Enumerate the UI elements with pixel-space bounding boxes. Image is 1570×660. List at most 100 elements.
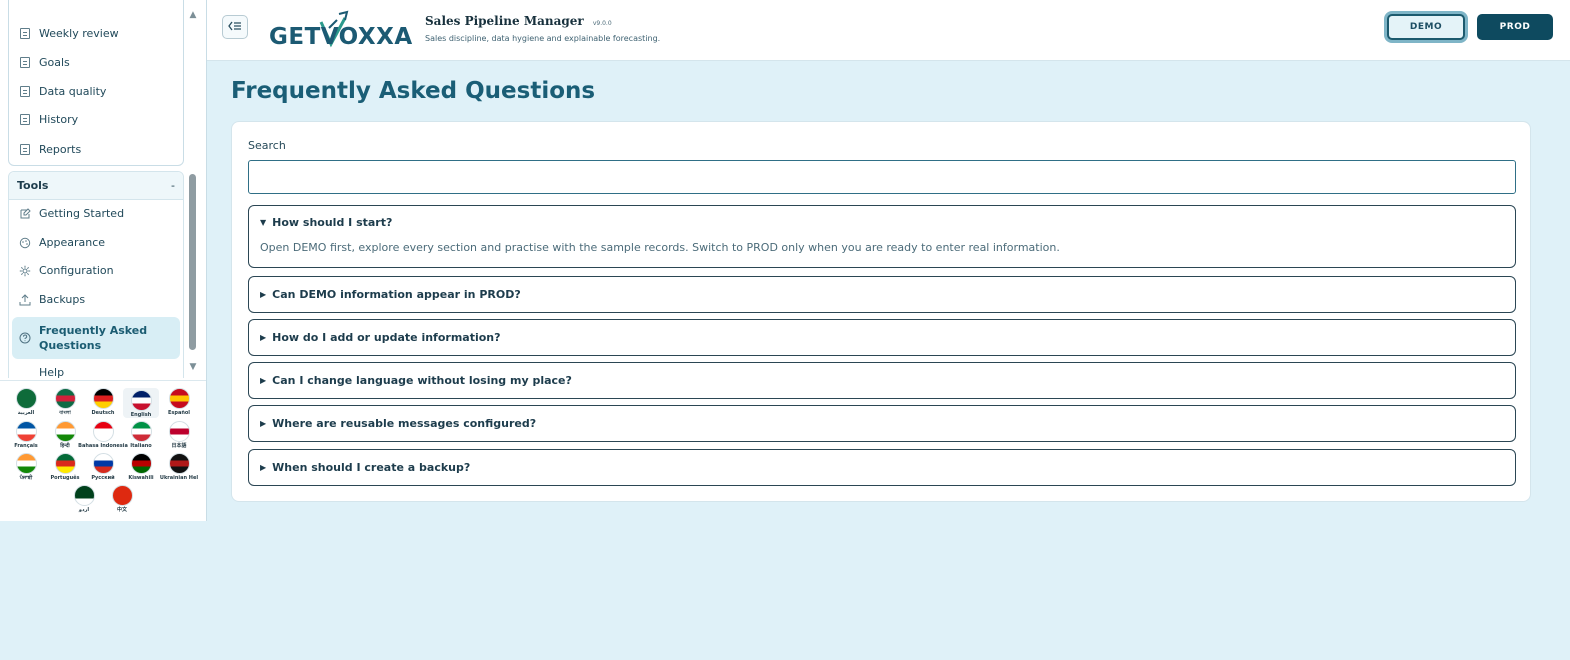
scroll-up-arrow-icon[interactable]: ▲: [187, 10, 199, 20]
faq-answer: Open DEMO first, explore every section a…: [260, 241, 1060, 254]
faq-question[interactable]: ▶ How do I add or update information?: [260, 331, 501, 344]
flag-icon: [168, 453, 190, 474]
sidebar-item-label: Goals: [39, 56, 70, 69]
sidebar-item-label: Help: [39, 366, 65, 378]
language-option[interactable]: Italiano: [123, 421, 159, 449]
flag-icon: [92, 388, 114, 409]
sidebar-collapse-button[interactable]: [222, 15, 248, 39]
page-title: Frequently Asked Questions: [231, 78, 596, 104]
sidebar-item-label: History: [39, 113, 79, 126]
search-label: Search: [248, 139, 286, 152]
language-option[interactable]: English: [123, 388, 159, 418]
language-label: Deutsch: [91, 410, 115, 416]
flag-icon: [15, 388, 37, 409]
language-option[interactable]: Português: [47, 453, 83, 481]
flag-icon: [111, 485, 133, 506]
language-option[interactable]: 日本語: [161, 421, 197, 449]
sidebar-item-reports[interactable]: Reports: [12, 143, 180, 156]
language-option[interactable]: বাংলা: [47, 388, 83, 416]
sidebar-item-appearance[interactable]: Appearance: [12, 236, 180, 249]
faq-question[interactable]: ▼ How should I start?: [260, 216, 392, 229]
language-label: اردو: [78, 507, 90, 513]
flag-icon: [54, 421, 76, 442]
language-label: हिन्दी: [60, 443, 70, 449]
language-label: Ukrainian Hel: [159, 475, 199, 481]
language-option[interactable]: Bahasa Indonesia: [78, 421, 128, 449]
app-header: GETVOXXA Sales Pipeline Manager v9.0.0 S…: [207, 0, 1570, 61]
sidebar-item-backups[interactable]: Backups: [12, 293, 180, 306]
language-option[interactable]: Español: [161, 388, 197, 416]
sidebar-item-help[interactable]: Help: [12, 366, 180, 378]
flag-icon: [54, 388, 76, 409]
tools-group-title: Tools: [17, 179, 49, 192]
collapsed-triangle-icon: ▶: [260, 419, 267, 428]
document-icon: [19, 57, 31, 69]
sidebar-item-configuration[interactable]: Configuration: [12, 264, 180, 277]
language-label: Bahasa Indonesia: [78, 443, 128, 449]
sidebar-scrollbar[interactable]: ▲ ▼: [187, 8, 199, 376]
language-option[interactable]: 中文: [104, 485, 140, 513]
faq-item[interactable]: ▶ Can I change language without losing m…: [248, 362, 1516, 399]
faq-question-text: Where are reusable messages configured?: [272, 417, 537, 430]
language-option[interactable]: Ukrainian Hel: [159, 453, 199, 481]
language-option[interactable]: Deutsch: [85, 388, 121, 416]
flag-icon: [15, 453, 37, 474]
app-title: Sales Pipeline Manager: [425, 14, 584, 28]
document-icon: [19, 114, 31, 126]
collapse-sidebar-icon: [228, 20, 242, 34]
faq-item[interactable]: ▼ How should I start? Open DEMO first, e…: [248, 205, 1516, 268]
app-tagline: Sales discipline, data hygiene and expla…: [425, 34, 661, 43]
app-version: v9.0.0: [592, 20, 612, 27]
language-label: ਪੰਜਾਬੀ: [19, 475, 33, 481]
scroll-down-arrow-icon[interactable]: ▼: [187, 362, 199, 372]
sidebar-item-faq[interactable]: Frequently Asked Questions: [12, 317, 180, 359]
faq-question[interactable]: ▶ Where are reusable messages configured…: [260, 417, 536, 430]
sidebar-item-label: Appearance: [39, 236, 106, 249]
language-label: Español: [167, 410, 191, 416]
sidebar-item-getting-started[interactable]: Getting Started: [12, 207, 180, 220]
sidebar-item-weekly-review[interactable]: Weekly review: [12, 27, 180, 40]
faq-question-text: How do I add or update information?: [272, 331, 501, 344]
demo-button[interactable]: DEMO: [1387, 14, 1465, 40]
faq-question[interactable]: ▶ When should I create a backup?: [260, 461, 470, 474]
faq-question[interactable]: ▶ Can DEMO information appear in PROD?: [260, 288, 521, 301]
collapsed-triangle-icon: ▶: [260, 333, 267, 342]
faq-item[interactable]: ▶ How do I add or update information?: [248, 319, 1516, 356]
faq-item[interactable]: ▶ Can DEMO information appear in PROD?: [248, 276, 1516, 313]
prod-button[interactable]: PROD: [1477, 14, 1553, 40]
reports-group: [8, 0, 184, 166]
language-label: Kiswahili: [128, 475, 154, 481]
sidebar-item-label: Configuration: [39, 264, 114, 277]
language-option[interactable]: Français: [8, 421, 44, 449]
collapse-toggle-icon[interactable]: -: [171, 179, 175, 192]
language-option[interactable]: اردو: [66, 485, 102, 513]
language-option[interactable]: ਪੰਜਾਬੀ: [8, 453, 44, 481]
faq-question-text: When should I create a backup?: [272, 461, 471, 474]
faq-item[interactable]: ▶ When should I create a backup?: [248, 449, 1516, 486]
faq-item[interactable]: ▶ Where are reusable messages configured…: [248, 405, 1516, 442]
collapsed-triangle-icon: ▶: [260, 376, 267, 385]
sidebar-item-label: Weekly review: [39, 27, 119, 40]
language-label: العربية: [17, 410, 35, 416]
flag-icon: [54, 453, 76, 474]
language-label: 日本語: [171, 443, 187, 449]
flag-icon: [130, 421, 152, 442]
language-option[interactable]: Kiswahili: [123, 453, 159, 481]
language-option[interactable]: العربية: [8, 388, 44, 416]
sidebar-item-history[interactable]: History: [12, 113, 180, 126]
flag-icon: [130, 453, 152, 474]
sidebar-nav: Weekly review Goals Data quality History…: [0, 0, 206, 378]
search-input[interactable]: [248, 160, 1516, 194]
flag-icon: [73, 485, 95, 506]
language-option[interactable]: Русский: [85, 453, 121, 481]
faq-question[interactable]: ▶ Can I change language without losing m…: [260, 374, 572, 387]
flag-icon: [92, 453, 114, 474]
sidebar-item-goals[interactable]: Goals: [12, 56, 180, 69]
tools-group-header[interactable]: Tools -: [9, 172, 183, 200]
sidebar-item-data-quality[interactable]: Data quality: [12, 85, 180, 98]
faq-question-text: Can I change language without losing my …: [272, 374, 572, 387]
expanded-triangle-icon: ▼: [260, 218, 267, 227]
language-label: Français: [14, 443, 38, 449]
scrollbar-thumb[interactable]: [189, 174, 196, 350]
document-icon: [19, 28, 31, 40]
